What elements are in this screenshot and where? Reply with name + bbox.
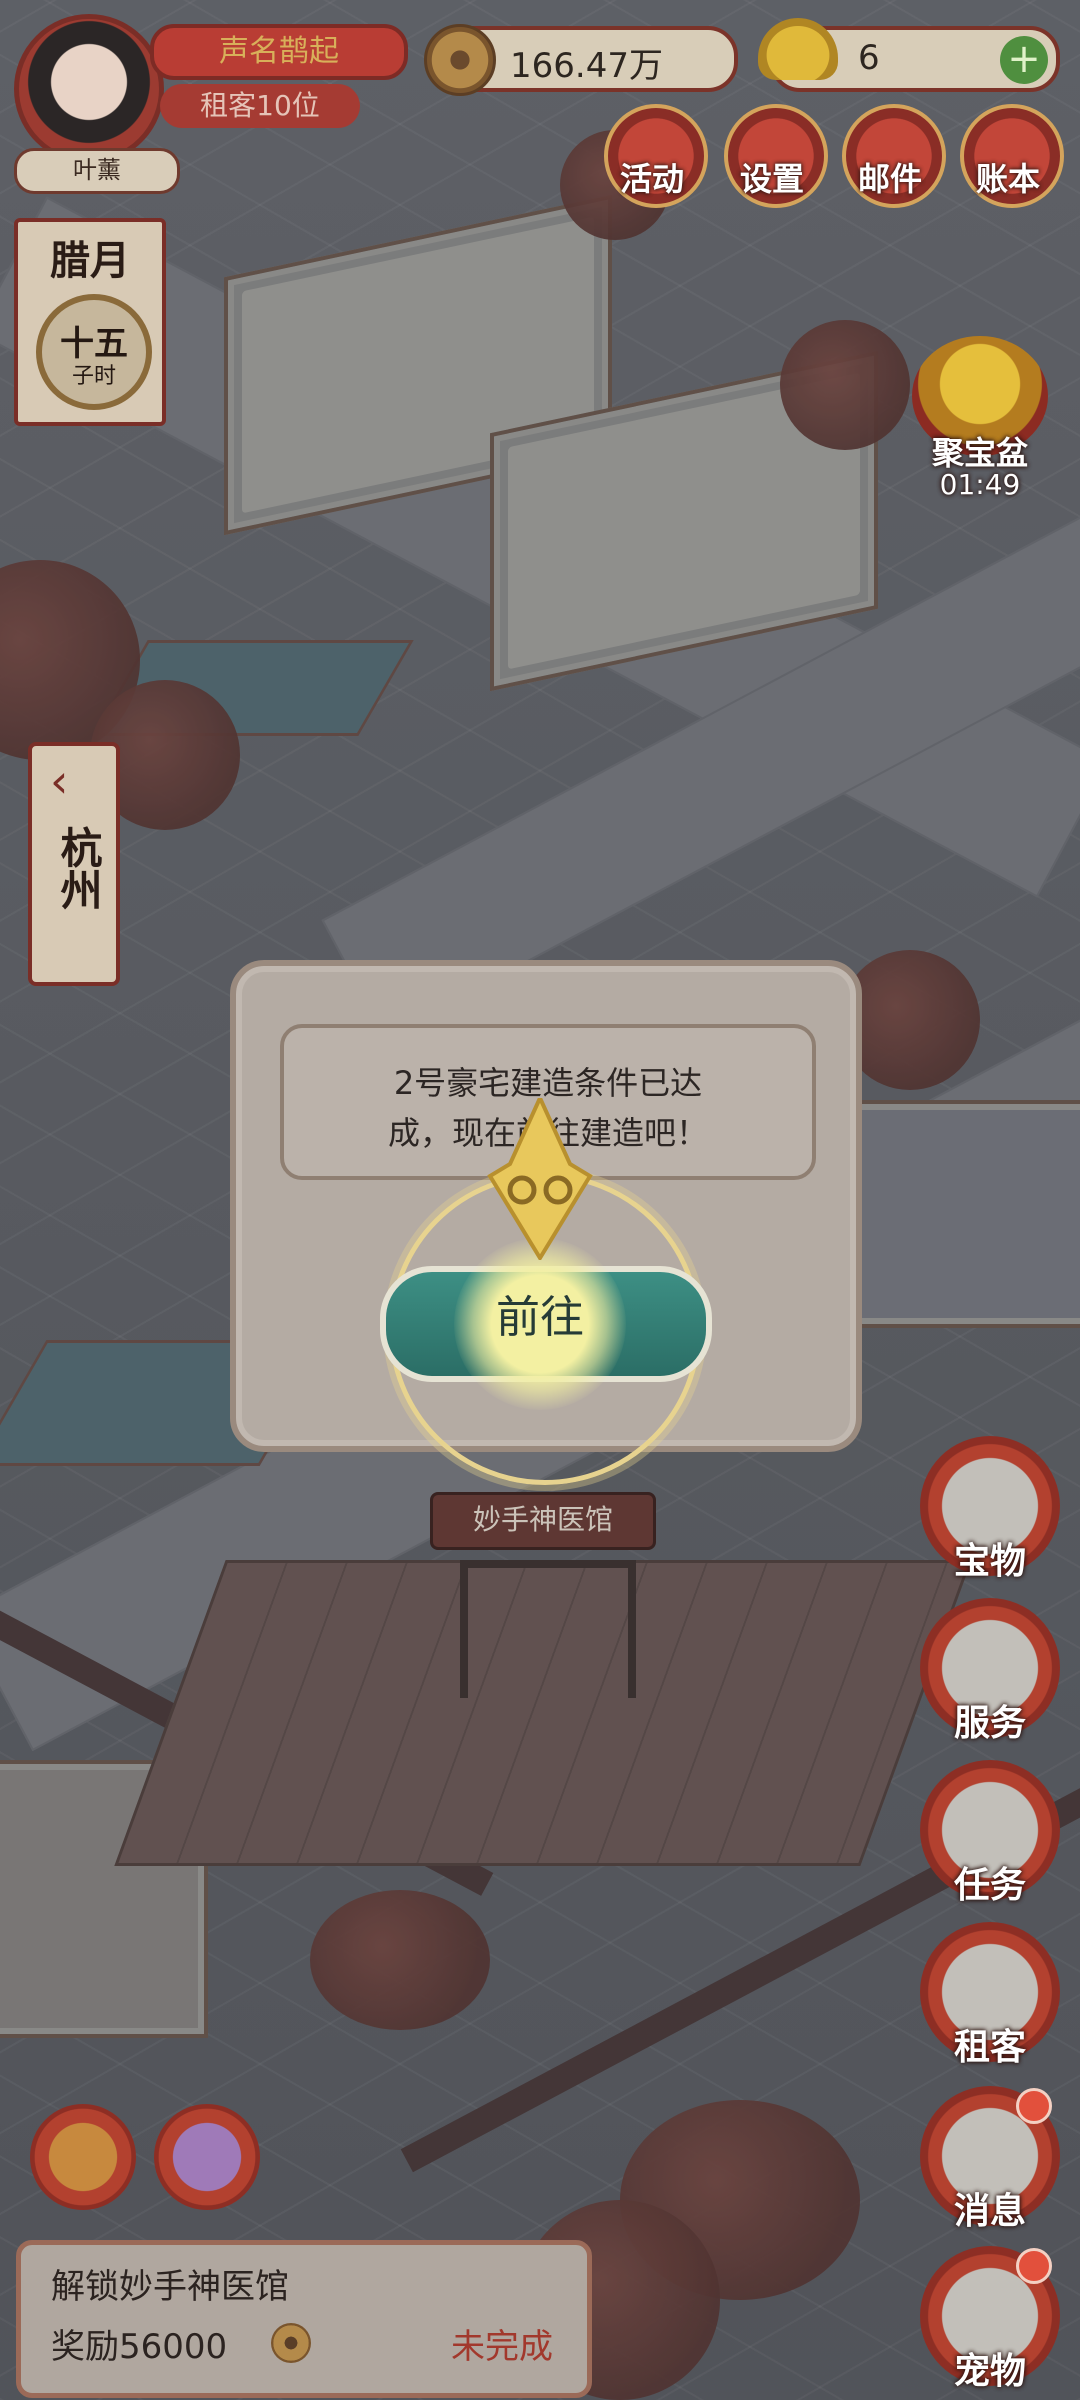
quest-panel[interactable]: 解锁妙手神医馆 奖励56000 未完成 xyxy=(16,2240,592,2398)
task-label: 任务 xyxy=(953,1865,1026,1906)
city-name: 杭州 xyxy=(54,826,103,910)
calendar-widget[interactable]: 腊月 十五 子时 xyxy=(14,218,166,426)
copper-coin-bar: 166.47万 xyxy=(424,24,738,96)
mail-label: 邮件 xyxy=(857,160,922,198)
copper-amount: 166.47万 xyxy=(510,46,663,86)
mail-button[interactable]: 邮件 xyxy=(842,104,946,208)
quest-title: 解锁妙手神医馆 xyxy=(51,2267,289,2307)
player-name: 叶薰 xyxy=(14,148,180,194)
calendar-time: 子时 xyxy=(71,364,116,389)
pet-label: 宠物 xyxy=(953,2351,1026,2392)
add-currency-button[interactable]: + xyxy=(1000,36,1048,84)
ledger-button[interactable]: 账本 xyxy=(960,104,1064,208)
task-button[interactable]: 任务 xyxy=(920,1760,1060,1906)
treasure-label: 宝物 xyxy=(953,1541,1026,1582)
treasure-button[interactable]: 宝物 xyxy=(920,1436,1060,1582)
service-label: 服务 xyxy=(953,1703,1026,1744)
copper-coin-icon xyxy=(424,24,496,96)
clock-dial-icon: 十五 子时 xyxy=(36,294,152,410)
back-arrow-icon: ‹ xyxy=(50,754,69,808)
tutorial-pointer-icon xyxy=(487,1098,593,1260)
calendar-month: 腊月 xyxy=(50,238,130,284)
go-button[interactable]: 前往 xyxy=(380,1266,700,1370)
ledger-label: 账本 xyxy=(975,160,1040,198)
notification-badge xyxy=(1016,2088,1052,2124)
treasure-pot-timer: 01:49 xyxy=(939,468,1021,501)
copper-coin-icon xyxy=(271,2323,311,2363)
tenant-label: 租客 xyxy=(953,2027,1026,2068)
pet-button[interactable]: 宠物 xyxy=(920,2246,1060,2392)
gold-ingot-amount: 6 xyxy=(858,38,880,78)
tenant-button[interactable]: 租客 xyxy=(920,1922,1060,2068)
settings-button[interactable]: 设置 xyxy=(724,104,828,208)
player-avatar[interactable] xyxy=(14,14,164,164)
treasure-pot-button[interactable]: 聚宝盆 01:49 xyxy=(908,336,1052,501)
quest-status: 未完成 xyxy=(451,2327,553,2367)
service-button[interactable]: 服务 xyxy=(920,1598,1060,1744)
activity-button[interactable]: 活动 xyxy=(604,104,708,208)
tenant-rank: 租客10位 xyxy=(160,84,360,128)
lightning-book-button[interactable] xyxy=(154,2104,260,2210)
rabbit-button[interactable] xyxy=(30,2104,136,2210)
message-button[interactable]: 消息 xyxy=(920,2086,1060,2232)
notification-badge xyxy=(1016,2248,1052,2284)
city-switch-tab[interactable]: ‹ 杭州 xyxy=(28,742,120,986)
message-label: 消息 xyxy=(953,2191,1026,2232)
activity-label: 活动 xyxy=(619,160,684,198)
fame-title[interactable]: 声名鹊起 xyxy=(150,24,408,80)
settings-label: 设置 xyxy=(739,160,804,198)
gold-ingot-bar: 6 + xyxy=(758,18,1060,92)
quest-reward: 奖励56000 xyxy=(51,2327,228,2367)
